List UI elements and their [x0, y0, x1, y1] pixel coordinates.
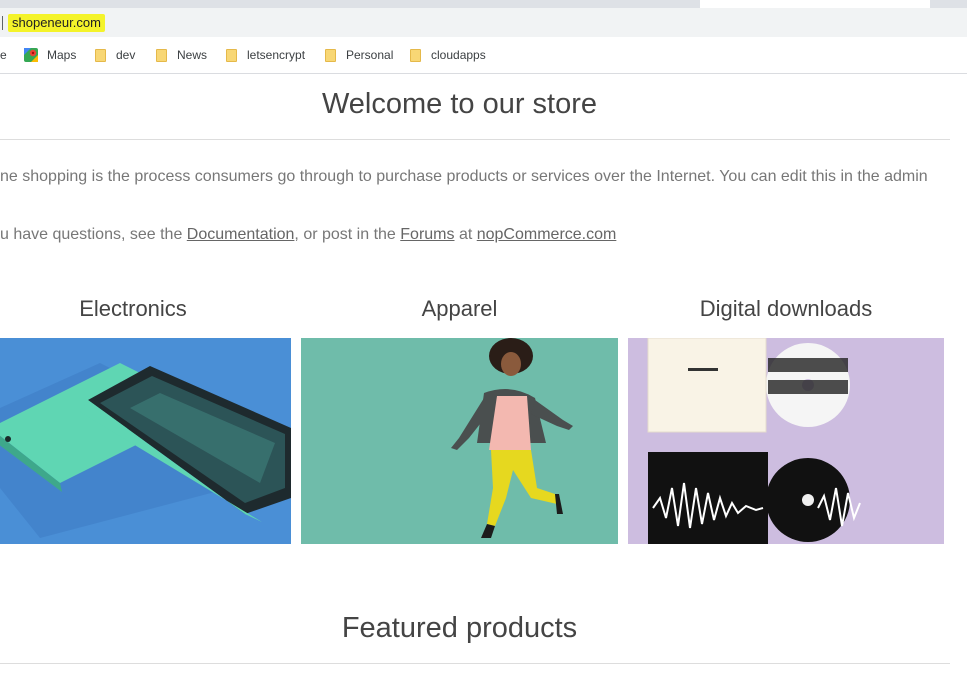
address-bar[interactable]: shopeneur.com — [0, 8, 967, 37]
folder-icon — [410, 49, 421, 62]
category-title-digital-downloads[interactable]: Digital downloads — [628, 296, 944, 322]
active-tab[interactable] — [700, 0, 930, 8]
folder-icon — [156, 49, 167, 62]
bookmark-partial[interactable]: e — [0, 46, 7, 64]
featured-divider — [0, 663, 950, 664]
bookmark-label: letsencrypt — [247, 48, 306, 62]
bookmark-dev[interactable]: dev — [95, 46, 135, 64]
category-image-digital-downloads[interactable] — [628, 338, 944, 544]
category-title-apparel[interactable]: Apparel — [301, 296, 618, 322]
bookmark-label: Maps — [47, 48, 77, 62]
phone-picture — [0, 338, 291, 544]
help-at: at — [454, 226, 477, 243]
forums-link[interactable]: Forums — [400, 226, 454, 243]
albums-picture — [628, 338, 944, 544]
nopcommerce-link[interactable]: nopCommerce.com — [477, 226, 617, 243]
address-bar-divider — [2, 16, 3, 30]
category-image-electronics[interactable] — [0, 338, 291, 544]
bookmark-news[interactable]: News — [156, 46, 207, 64]
help-middle: , or post in the — [294, 226, 401, 243]
documentation-link[interactable]: Documentation — [187, 226, 295, 243]
bookmark-label: e — [0, 48, 7, 62]
welcome-title: Welcome to our store — [321, 88, 598, 120]
category-title-electronics[interactable]: Electronics — [0, 296, 266, 322]
help-text: u have questions, see the Documentation,… — [0, 226, 616, 244]
url-text[interactable]: shopeneur.com — [8, 14, 105, 32]
bookmark-label: dev — [116, 48, 136, 62]
maps-pin-icon — [24, 48, 38, 62]
folder-icon — [325, 49, 336, 62]
category-image-apparel[interactable] — [301, 338, 618, 544]
bookmark-letsencrypt[interactable]: letsencrypt — [226, 46, 305, 64]
bookmark-maps[interactable]: Maps — [24, 46, 76, 64]
bookmark-cloudapps[interactable]: cloudapps — [410, 46, 486, 64]
bookmark-personal[interactable]: Personal — [325, 46, 393, 64]
title-divider — [0, 139, 950, 140]
bookmarks-bar: e Maps dev News letsencrypt Personal clo… — [0, 37, 967, 74]
intro-text: ne shopping is the process consumers go … — [0, 168, 928, 185]
bookmark-label: cloudapps — [431, 48, 486, 62]
bookmark-label: News — [177, 48, 208, 62]
help-prefix: u have questions, see the — [0, 226, 187, 243]
folder-icon — [95, 49, 106, 62]
bookmark-label: Personal — [346, 48, 394, 62]
featured-products-title: Featured products — [341, 612, 578, 644]
folder-icon — [226, 49, 237, 62]
model-picture — [301, 338, 618, 544]
tab-strip — [0, 0, 967, 8]
